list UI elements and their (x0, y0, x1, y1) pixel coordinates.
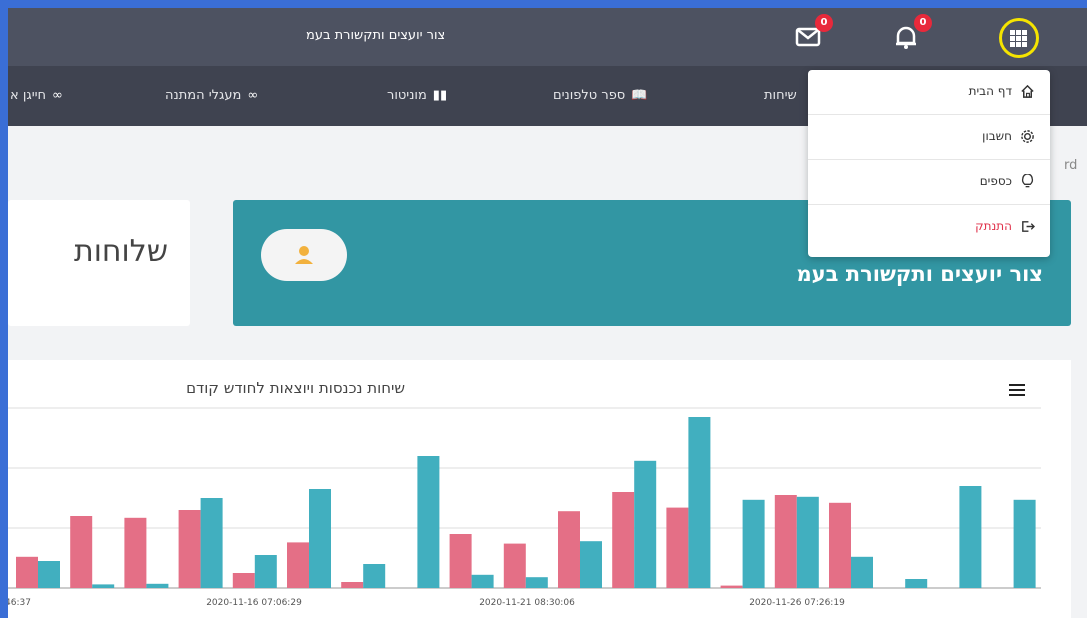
chart-bar[interactable] (287, 542, 309, 588)
branches-label: שלוחות (74, 234, 168, 269)
chart-bar[interactable] (634, 460, 657, 588)
chart-bar[interactable] (612, 492, 635, 588)
chart-bar[interactable] (232, 573, 255, 588)
header-title: צור יועצים ותקשורת בעמ (306, 28, 446, 43)
chart-bar[interactable] (558, 511, 580, 588)
mail-button[interactable]: 0 (791, 14, 833, 54)
user-icon (295, 246, 313, 264)
chart-bar[interactable] (146, 583, 169, 588)
chart-bar[interactable] (720, 585, 743, 588)
mail-badge: 0 (815, 14, 833, 32)
lightbulb-icon (1021, 174, 1034, 188)
x-tick-label: 46:37 (8, 598, 31, 608)
nav-item-wait-circles[interactable]: ∞מעגלי המתנה (165, 88, 258, 103)
chart-bar[interactable] (796, 496, 819, 588)
chart-bar[interactable] (449, 534, 472, 588)
chart-bar[interactable] (959, 486, 982, 588)
chart-bar[interactable] (38, 561, 60, 588)
chart-bar[interactable] (309, 489, 331, 588)
chart-bar[interactable] (124, 517, 147, 588)
book-icon: 📖 (631, 88, 648, 103)
chart-bar[interactable] (341, 582, 364, 588)
chart-bar[interactable] (254, 555, 277, 588)
chart-bar[interactable] (774, 495, 797, 588)
nav-item-dialer[interactable]: ∞חייגן א (10, 88, 63, 103)
nav-item-phonebook[interactable]: 📖ספר טלפונים (553, 88, 647, 103)
chart-bar[interactable] (905, 579, 928, 588)
x-tick-label: 2020-11-21 08:30:06 (479, 598, 575, 608)
calls-bar-chart: 46:37 2020-11-16 07:06:29 2020-11-21 08:30… (8, 407, 1041, 608)
nav-item-calls[interactable]: שיחות (764, 88, 797, 103)
chart-bar[interactable] (742, 499, 765, 588)
chart-bar[interactable] (688, 417, 711, 588)
gear-icon (1021, 130, 1034, 143)
x-tick-label: 2020-11-26 07:26:19 (749, 598, 845, 608)
chart-bar[interactable] (417, 456, 440, 588)
chart-bar[interactable] (178, 510, 201, 588)
branches-card[interactable]: שלוחות (8, 200, 190, 326)
logout-icon (1022, 221, 1035, 232)
home-icon (1021, 84, 1034, 98)
nav-item-monitor[interactable]: ▮▮מוניטור (387, 88, 447, 103)
chart-bar[interactable] (363, 564, 386, 588)
calls-chart-card: שיחות נכנסות ויוצאות לחודש קודם 46:37202… (8, 360, 1071, 618)
app-window: צור יועצים ותקשורת בעמ 0 0 שיחות 📖ספר טל… (8, 8, 1087, 618)
chart-bar[interactable] (829, 502, 851, 588)
company-name: צור יועצים ותקשורת בעמ (796, 262, 1043, 286)
notifications-button[interactable]: 0 (890, 14, 932, 54)
bell-icon (896, 26, 916, 49)
menu-item-account[interactable]: חשבון (808, 115, 1050, 160)
chart-bar[interactable] (200, 498, 223, 588)
chart-bar[interactable] (851, 556, 873, 588)
breadcrumb[interactable]: rd (1064, 158, 1077, 173)
grid-icon (1010, 30, 1028, 47)
apps-dropdown-menu: דף הבית חשבון כספים התנתק (808, 70, 1050, 257)
link-icon: ∞ (52, 88, 63, 103)
apps-grid-button[interactable] (999, 18, 1039, 58)
chart-bar[interactable] (70, 516, 93, 588)
chart-bar[interactable] (16, 556, 38, 588)
chart-bar[interactable] (471, 574, 494, 588)
bell-badge: 0 (914, 14, 932, 32)
chart-bar[interactable] (503, 543, 526, 588)
x-tick-label: 2020-11-16 07:06:29 (206, 598, 302, 608)
avatar (261, 229, 347, 281)
menu-item-finance[interactable]: כספים (808, 160, 1050, 205)
chart-bar[interactable] (92, 584, 115, 588)
menu-item-home[interactable]: דף הבית (808, 70, 1050, 115)
chart-bar[interactable] (666, 507, 689, 588)
chart-bar[interactable] (1013, 499, 1036, 588)
chart-bar[interactable] (525, 577, 548, 588)
chart-bar[interactable] (580, 541, 602, 588)
link-icon: ∞ (247, 88, 259, 103)
menu-item-logout[interactable]: התנתק (808, 205, 1050, 250)
bar-chart-icon: ▮▮ (432, 88, 448, 103)
top-bar: צור יועצים ותקשורת בעמ 0 0 (8, 8, 1087, 66)
